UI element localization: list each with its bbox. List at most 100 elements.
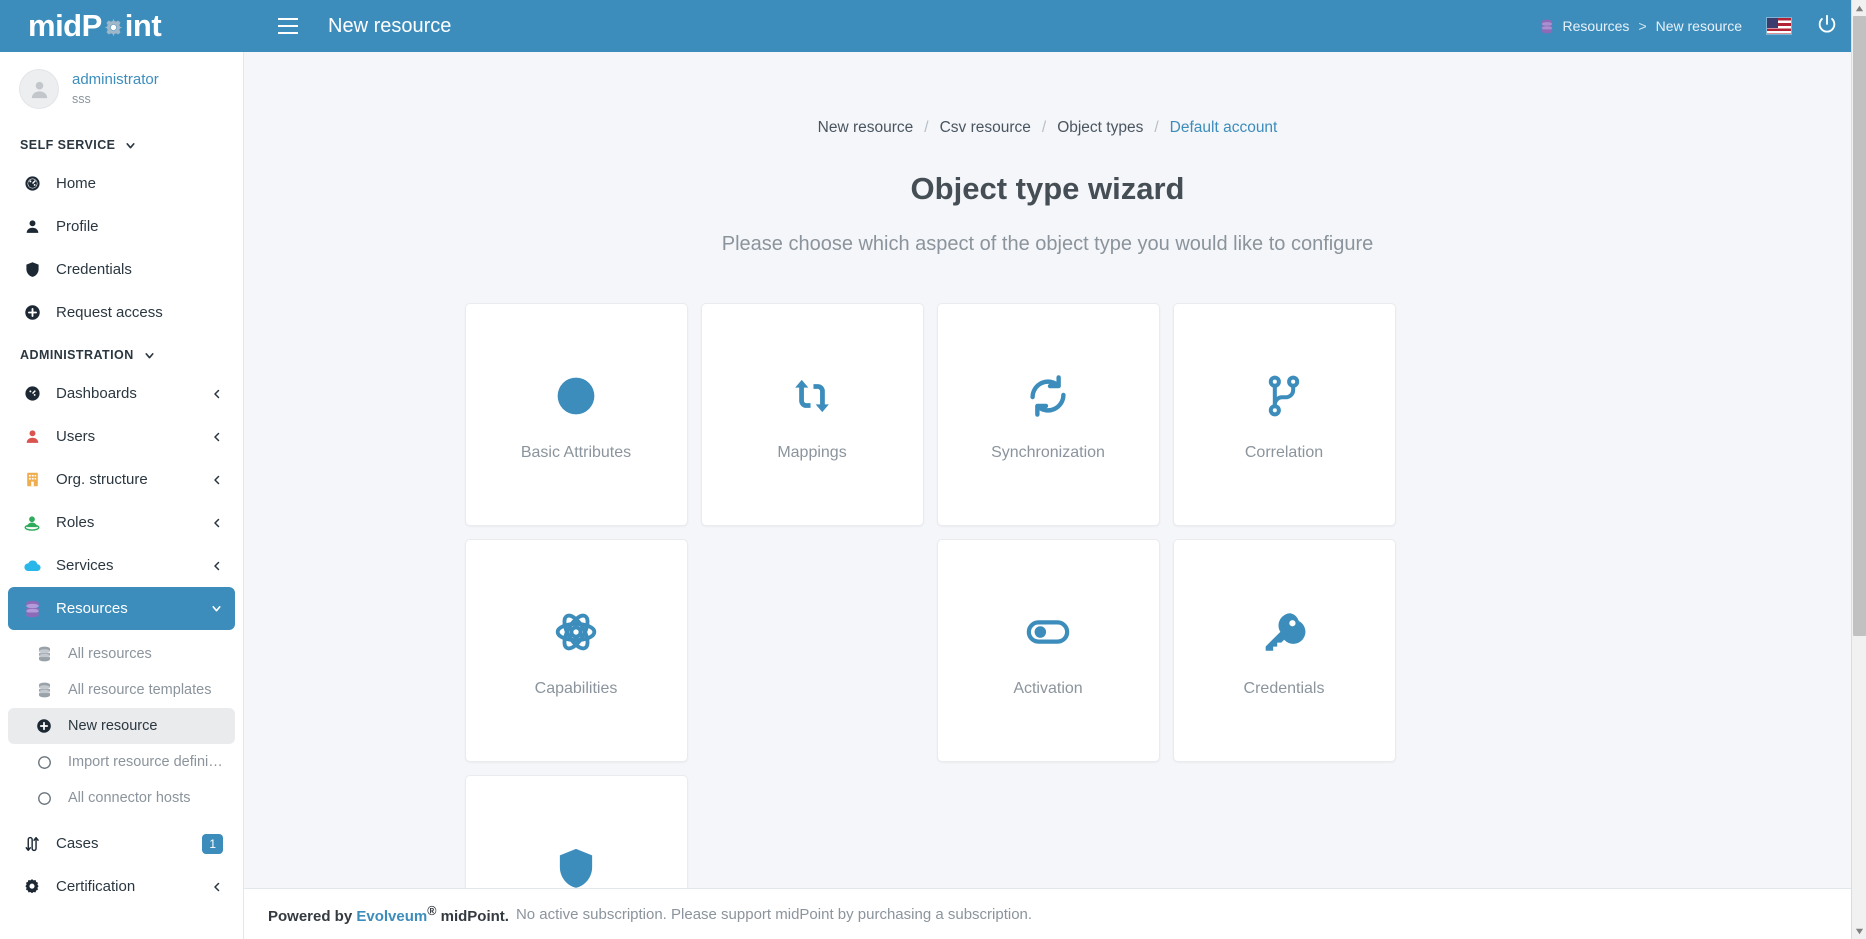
chevron-left-icon[interactable]	[211, 517, 223, 529]
topbar-breadcrumb: Resources > New resource	[1540, 18, 1742, 34]
sidebar-item-services[interactable]: Services	[8, 544, 235, 587]
sidebar-item-label: Services	[56, 557, 197, 574]
chevron-left-icon[interactable]	[211, 388, 223, 400]
top-navbar: midP int New resource	[0, 0, 1866, 52]
database-icon	[34, 682, 54, 698]
sidebar-item-roles[interactable]: Roles	[8, 501, 235, 544]
plus-circle-icon	[22, 304, 42, 321]
breadcrumb-item-new-resource[interactable]: New resource	[818, 119, 914, 137]
wizard-card-capabilities[interactable]: Capabilities	[465, 539, 688, 762]
user-panel[interactable]: administrator sss	[0, 52, 243, 124]
sidebar-item-all-resources[interactable]: All resources	[8, 636, 235, 672]
avatar	[20, 70, 58, 108]
power-icon[interactable]	[1816, 13, 1838, 40]
cases-icon	[22, 835, 42, 853]
us-flag-icon[interactable]	[1766, 17, 1792, 35]
chevron-left-icon[interactable]	[211, 474, 223, 486]
wizard-card-mappings[interactable]: Mappings	[701, 303, 924, 526]
wizard-card-label: Correlation	[1245, 444, 1323, 462]
sidebar-subitem-label: Import resource definit…	[68, 754, 223, 770]
sidebar-item-all-resource-templates[interactable]: All resource templates	[8, 672, 235, 708]
chevron-down-icon	[124, 139, 137, 152]
chevron-down-icon	[143, 349, 156, 362]
evolveum-link[interactable]: Evolveum	[356, 908, 427, 925]
exchange-arrows-icon	[790, 368, 834, 424]
chevron-left-icon[interactable]	[211, 881, 223, 893]
sidebar-subitem-label: New resource	[68, 718, 223, 734]
circle-icon	[34, 755, 54, 770]
chevron-left-icon[interactable]	[211, 431, 223, 443]
wizard-card-label: Basic Attributes	[521, 444, 631, 462]
page-scrollbar[interactable]	[1851, 0, 1866, 939]
sidebar-item-resources[interactable]: Resources	[8, 587, 235, 630]
tachometer-icon	[22, 385, 42, 402]
tachometer-icon	[22, 175, 42, 192]
sidebar-item-import-resource-definition[interactable]: Import resource definit…	[8, 744, 235, 780]
topbar-right-group: Resources > New resource	[1540, 0, 1866, 52]
wizard-card-basic-attributes[interactable]: Basic Attributes	[465, 303, 688, 526]
brand-logo[interactable]: midP int	[0, 0, 244, 52]
sync-icon	[1026, 368, 1070, 424]
user-name[interactable]: administrator	[72, 71, 159, 90]
user-icon	[22, 218, 42, 235]
wizard-card-label: Mappings	[777, 444, 846, 462]
sidebar-item-label: Certification	[56, 878, 197, 895]
wizard-card-credentials[interactable]: Credentials	[1173, 539, 1396, 762]
sidebar-item-request-access[interactable]: Request access	[8, 291, 235, 334]
nav-section-administration[interactable]: ADMINISTRATION	[0, 334, 243, 372]
scroll-up-arrow-icon[interactable]	[1852, 0, 1866, 16]
sidebar-item-label: Credentials	[56, 261, 223, 278]
scroll-down-arrow-icon[interactable]	[1852, 923, 1866, 939]
footer: Powered by Evolveum® midPoint. No active…	[244, 888, 1851, 939]
topbar-breadcrumb-item-new-resource[interactable]: New resource	[1656, 18, 1742, 34]
shield-icon	[22, 261, 42, 278]
wizard-card-grid: Basic Attributes Mappings Synchroniz	[465, 303, 1631, 888]
wizard-card-label: Activation	[1013, 680, 1082, 698]
status-badge: 1	[202, 834, 223, 854]
breadcrumb: New resource / Csv resource / Object typ…	[244, 52, 1851, 137]
nav-section-self-service[interactable]: SELF SERVICE	[0, 124, 243, 162]
breadcrumb-separator: /	[1042, 119, 1046, 137]
code-branch-icon	[1262, 368, 1306, 424]
sidebar-item-dashboards[interactable]: Dashboards	[8, 372, 235, 415]
scrollbar-thumb[interactable]	[1853, 16, 1866, 636]
sidebar-item-label: Users	[56, 428, 197, 445]
sidebar-item-new-resource[interactable]: New resource	[8, 708, 235, 744]
sidebar-item-credentials[interactable]: Credentials	[8, 248, 235, 291]
sidebar-item-profile[interactable]: Profile	[8, 205, 235, 248]
circle-filled-icon	[555, 368, 597, 424]
page-title: New resource	[328, 15, 451, 38]
breadcrumb-separator: /	[924, 119, 928, 137]
sidebar-item-label: Home	[56, 175, 223, 192]
sidebar-subitem-label: All resource templates	[68, 682, 223, 698]
brand-logo-part1: midP	[28, 8, 102, 44]
sidebar-item-all-connector-hosts[interactable]: All connector hosts	[8, 780, 235, 816]
chevron-left-icon[interactable]	[211, 560, 223, 572]
sidebar-item-org-structure[interactable]: Org. structure	[8, 458, 235, 501]
chevron-down-icon[interactable]	[210, 602, 223, 615]
main-content: New resource / Csv resource / Object typ…	[244, 52, 1851, 888]
sidebar-item-certification[interactable]: Certification	[8, 865, 235, 908]
wizard-card-label: Capabilities	[535, 680, 618, 698]
sidebar-item-cases[interactable]: Cases 1	[8, 822, 235, 865]
wizard-card-activation[interactable]: Activation	[937, 539, 1160, 762]
user-subtitle: sss	[72, 92, 159, 108]
wizard-card-synchronization[interactable]: Synchronization	[937, 303, 1160, 526]
key-icon	[1262, 604, 1306, 660]
topbar-breadcrumb-item-resources[interactable]: Resources	[1563, 18, 1630, 34]
breadcrumb-item-csv-resource[interactable]: Csv resource	[940, 119, 1031, 137]
breadcrumb-item-object-types[interactable]: Object types	[1057, 119, 1143, 137]
wizard-card-associations[interactable]: Associations	[465, 775, 688, 888]
roles-icon	[22, 514, 42, 532]
circle-icon	[34, 791, 54, 806]
sidebar-item-home[interactable]: Home	[8, 162, 235, 205]
sidebar-item-users[interactable]: Users	[8, 415, 235, 458]
wizard-card-correlation[interactable]: Correlation	[1173, 303, 1396, 526]
gear-icon	[103, 10, 124, 46]
breadcrumb-item-default-account[interactable]: Default account	[1170, 119, 1278, 137]
building-icon	[22, 471, 42, 488]
hamburger-icon[interactable]	[274, 14, 302, 38]
cloud-icon	[22, 556, 42, 575]
plus-circle-icon	[34, 718, 54, 734]
database-icon	[34, 646, 54, 662]
